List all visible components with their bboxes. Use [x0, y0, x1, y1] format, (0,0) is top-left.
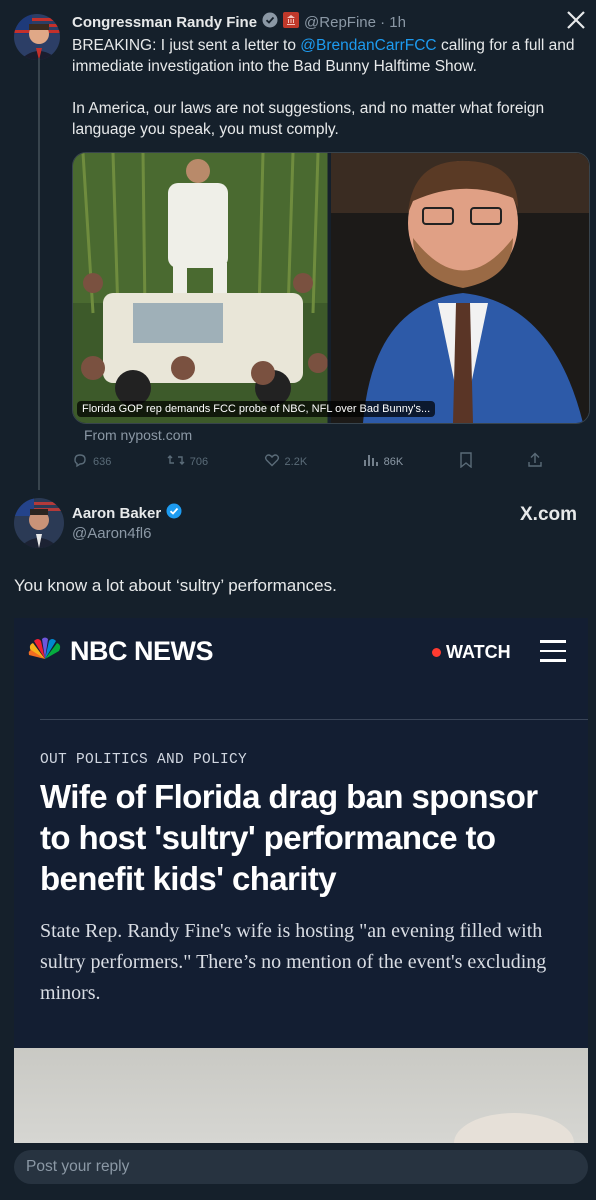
verified-badge-icon: [166, 503, 182, 524]
article-dek: State Rep. Randy Fine's wife is hosting …: [40, 920, 547, 1004]
reply-count: 636: [93, 455, 112, 468]
repost-icon: [167, 452, 185, 471]
reply-header: Aaron Baker: [72, 503, 182, 524]
views-icon: [363, 452, 379, 471]
quoted-tweet-text: BREAKING: I just sent a letter to @Brend…: [72, 35, 588, 140]
quoted-display-name[interactable]: Congressman Randy Fine: [72, 14, 257, 31]
nbc-brand: NBC NEWS: [70, 636, 214, 666]
text-prefix: BREAKING: I just sent a letter to: [72, 37, 301, 54]
text-para2-line2: language you speak, you must comply.: [72, 121, 339, 138]
nbc-divider: [40, 719, 588, 720]
like-action[interactable]: 2.2K: [264, 452, 308, 471]
quoted-tweet-header: Congressman Randy Fine @RepFine · 1h: [72, 12, 406, 33]
quoted-media-card[interactable]: Florida GOP rep demands FCC probe of NBC…: [72, 152, 590, 424]
hamburger-menu-icon[interactable]: [540, 640, 566, 669]
text-suffix: calling for a full and: [436, 37, 575, 54]
reply-action[interactable]: 636: [72, 452, 111, 471]
nbc-logo: NBC NEWS: [28, 636, 214, 667]
mention-link[interactable]: @BrendanCarrFCC: [300, 37, 436, 54]
heart-icon: [264, 452, 280, 471]
views-action[interactable]: 86K: [363, 452, 404, 471]
views-count: 86K: [383, 455, 404, 468]
article-kicker: OUT POLITICS AND POLICY: [40, 752, 248, 768]
watch-button[interactable]: WATCH: [432, 642, 511, 663]
nbc-news-screenshot[interactable]: NBC NEWS WATCH OUT POLITICS AND POLICY W…: [14, 618, 588, 1143]
government-affiliation-icon: [283, 12, 300, 33]
article-headline: Wife of Florida drag ban sponsor to host…: [40, 778, 538, 897]
watch-label: WATCH: [446, 642, 511, 662]
bookmark-icon: [459, 452, 473, 471]
media-image: [73, 153, 589, 423]
like-count: 2.2K: [284, 455, 308, 468]
reply-text: You know a lot about ‘sultry’ performanc…: [14, 576, 337, 595]
media-caption: Florida GOP rep demands FCC probe of NBC…: [77, 401, 436, 417]
x-com-text: X.com: [520, 504, 578, 525]
reply-placeholder: Post your reply: [26, 1158, 130, 1175]
text-para2-line1: In America, our laws are not suggestions…: [72, 100, 545, 117]
reply-handle[interactable]: @Aaron4fl6: [72, 525, 151, 542]
x-com-label[interactable]: X.com: [520, 504, 577, 526]
thread-line: [38, 58, 40, 490]
aaron-baker-avatar[interactable]: [14, 498, 64, 548]
repost-count: 706: [189, 455, 209, 468]
quoted-handle-time[interactable]: @RepFine · 1h: [304, 14, 406, 31]
live-dot-icon: [432, 648, 441, 657]
text-line-2: immediate investigation into the Bad Bun…: [72, 58, 477, 75]
reply-compose-input[interactable]: Post your reply: [14, 1150, 588, 1184]
share-icon: [528, 452, 542, 471]
x-logo-icon[interactable]: [566, 10, 586, 35]
repost-action[interactable]: 706: [167, 452, 208, 471]
quoted-action-bar: 636 706 2.2K 86K: [72, 452, 542, 471]
randy-fine-avatar[interactable]: [14, 14, 60, 60]
share-action[interactable]: [528, 452, 542, 471]
source-link[interactable]: From nypost.com: [84, 427, 192, 443]
verified-badge-icon: [262, 12, 278, 33]
bookmark-action[interactable]: [459, 452, 473, 471]
reply-display-name[interactable]: Aaron Baker: [72, 505, 161, 522]
peacock-icon: [28, 637, 62, 666]
article-photo: [14, 1048, 588, 1143]
reply-icon: [72, 452, 88, 471]
